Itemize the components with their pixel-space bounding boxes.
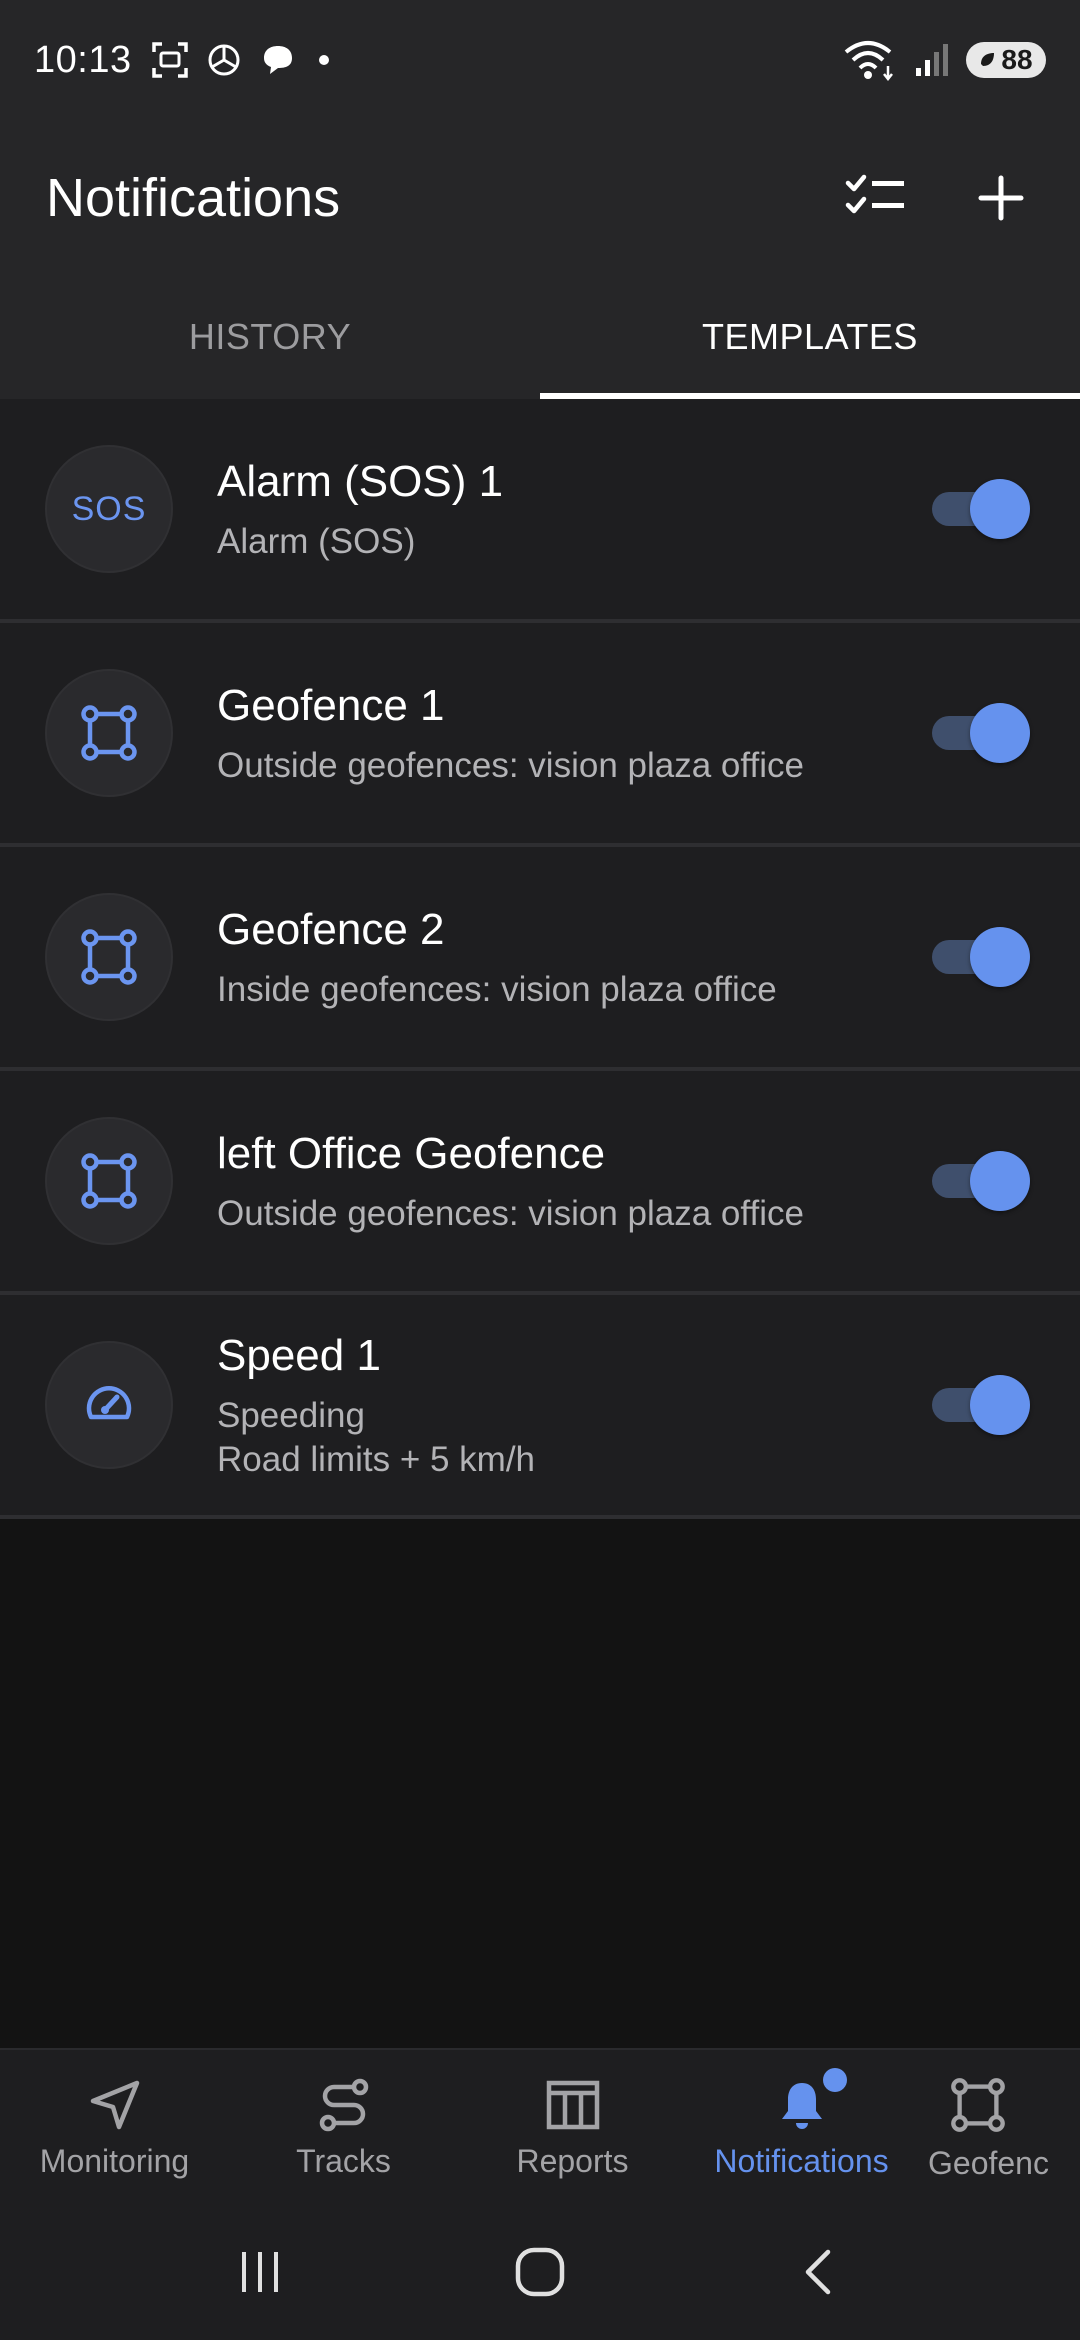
- list-item-text: Alarm (SOS) 1 Alarm (SOS): [217, 454, 503, 564]
- toggle-thumb: [970, 703, 1030, 763]
- geofence-icon: [81, 705, 137, 761]
- recent-apps-icon: [242, 2251, 278, 2292]
- list-item-subtitle: Alarm (SOS): [217, 522, 416, 561]
- nav-label: Geofenc: [928, 2145, 1049, 2181]
- geofence-icon: [81, 929, 137, 985]
- checklist-icon: [845, 174, 904, 213]
- nav-item-tracks[interactable]: Tracks: [229, 2050, 458, 2203]
- battery-level: 88: [1001, 44, 1033, 75]
- enable-toggle[interactable]: [932, 703, 1030, 763]
- list-item-title: Speed 1: [217, 1331, 381, 1380]
- nav-label: Notifications: [714, 2143, 889, 2179]
- page-title: Notifications: [46, 167, 341, 228]
- notification-badge: [823, 2068, 847, 2092]
- geofence-icon-wrap: [45, 1117, 173, 1245]
- geofence-icon-wrap: [45, 893, 173, 1021]
- enable-toggle[interactable]: [932, 1375, 1030, 1435]
- status-right: 88: [842, 38, 1046, 82]
- battery-indicator: 88: [966, 42, 1046, 78]
- plus-icon: [978, 175, 1024, 220]
- tab-bar: HISTORY TEMPLATES: [0, 275, 1080, 399]
- list-item[interactable]: Speed 1 Speeding Road limits + 5 km/h: [0, 1295, 1080, 1519]
- wifi-icon: [844, 41, 893, 82]
- toggle-thumb: [970, 927, 1030, 987]
- tab-history[interactable]: HISTORY: [0, 275, 540, 399]
- list-item-title: Geofence 2: [217, 905, 445, 954]
- geofence-icon-wrap: [45, 669, 173, 797]
- nav-item-geofences[interactable]: Geofenc: [916, 2050, 1080, 2203]
- bottom-navigation: Monitoring Tracks Reports Notifications: [0, 2048, 1080, 2203]
- battery-saver-icon: [981, 53, 995, 66]
- nav-label: Monitoring: [39, 2143, 190, 2179]
- list-item-subtitle: Speeding: [217, 1396, 365, 1435]
- list-item-subtitle: Inside geofences: vision plaza office: [217, 970, 777, 1009]
- list-item[interactable]: SOS Alarm (SOS) 1 Alarm (SOS): [0, 399, 1080, 623]
- signal-icon: [916, 44, 948, 76]
- nav-label: Reports: [516, 2143, 629, 2179]
- list-item-subtitle: Outside geofences: vision plaza office: [217, 1194, 804, 1233]
- back-button[interactable]: [770, 2222, 870, 2322]
- sos-icon-label: SOS: [71, 489, 147, 528]
- templates-list: SOS Alarm (SOS) 1 Alarm (SOS) Geofence 1…: [0, 399, 1080, 1519]
- geofence-icon: [81, 1153, 137, 1209]
- list-item-text: Geofence 2 Inside geofences: vision plaz…: [217, 902, 777, 1012]
- status-notification-icons: [150, 40, 336, 80]
- dot-icon: [318, 55, 329, 65]
- toggle-thumb: [970, 1151, 1030, 1211]
- sos-icon: SOS: [45, 445, 173, 573]
- speedometer-icon-wrap: [45, 1341, 173, 1469]
- home-icon: [515, 2247, 565, 2296]
- recent-apps-button[interactable]: [210, 2222, 310, 2322]
- chatgpt-icon: [208, 44, 240, 76]
- toggle-thumb: [970, 479, 1030, 539]
- toggle-thumb: [970, 1375, 1030, 1435]
- list-item-title: Alarm (SOS) 1: [217, 457, 504, 506]
- enable-toggle[interactable]: [932, 927, 1030, 987]
- status-time: 10:13: [34, 38, 132, 81]
- back-icon: [805, 2249, 831, 2294]
- nav-label: Tracks: [296, 2143, 391, 2179]
- list-item-title: left Office Geofence: [217, 1129, 606, 1178]
- home-button[interactable]: [490, 2222, 590, 2322]
- list-item[interactable]: Geofence 1 Outside geofences: vision pla…: [0, 623, 1080, 847]
- list-item-title: Geofence 1: [217, 681, 445, 730]
- system-navigation-bar: [0, 2203, 1080, 2340]
- chat-bubble-icon: [263, 46, 292, 74]
- nav-item-notifications[interactable]: Notifications: [687, 2050, 916, 2203]
- add-template-button[interactable]: [968, 165, 1034, 231]
- nav-item-reports[interactable]: Reports: [458, 2050, 687, 2203]
- enable-toggle[interactable]: [932, 1151, 1030, 1211]
- nav-item-monitoring[interactable]: Monitoring: [0, 2050, 229, 2203]
- tab-templates[interactable]: TEMPLATES: [540, 275, 1080, 399]
- screenshot-icon: [151, 42, 188, 78]
- route-icon: [319, 2078, 368, 2132]
- navigation-arrow-icon: [90, 2080, 139, 2130]
- list-item[interactable]: Geofence 2 Inside geofences: vision plaz…: [0, 847, 1080, 1071]
- status-bar: 10:13 88: [0, 0, 1080, 120]
- list-item-subtitle: Outside geofences: vision plaza office: [217, 746, 804, 785]
- list-item-text: Speed 1 Speeding Road limits + 5 km/h: [217, 1328, 535, 1482]
- bell-icon: [781, 2083, 822, 2129]
- app-bar-actions: [842, 165, 1034, 231]
- speedometer-icon: [86, 1386, 132, 1420]
- list-item-text: Geofence 1 Outside geofences: vision pla…: [217, 678, 804, 788]
- list-item[interactable]: left Office Geofence Outside geofences: …: [0, 1071, 1080, 1295]
- app-bar: Notifications: [0, 120, 1080, 275]
- enable-toggle[interactable]: [932, 479, 1030, 539]
- select-list-button[interactable]: [842, 165, 908, 231]
- report-table-icon: [546, 2080, 599, 2130]
- list-item-text: left Office Geofence Outside geofences: …: [217, 1126, 804, 1236]
- geofence-icon: [951, 2078, 1005, 2132]
- list-item-detail: Road limits + 5 km/h: [217, 1440, 536, 1479]
